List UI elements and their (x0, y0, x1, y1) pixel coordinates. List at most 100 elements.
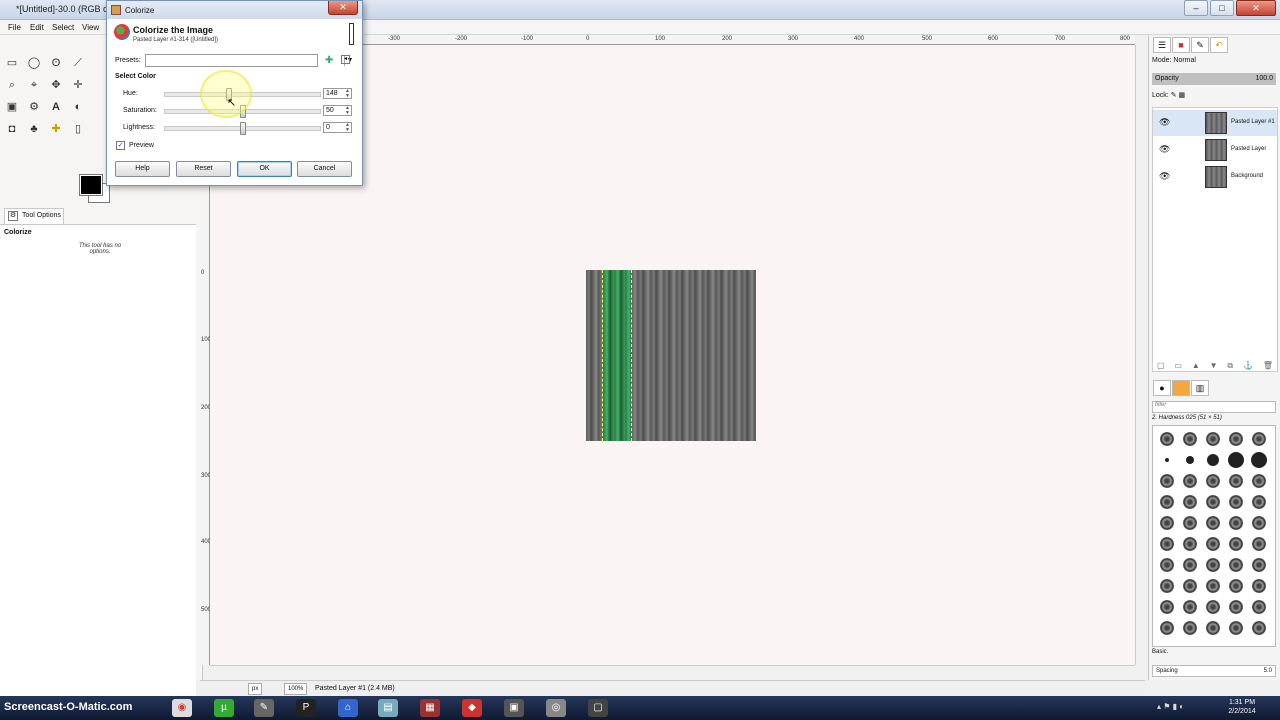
brushes-tab-icon[interactable]: ● (1153, 380, 1171, 396)
stamp-icon[interactable]: ♣ (26, 121, 42, 137)
brush-thumbnail[interactable] (1205, 515, 1220, 530)
brush-thumbnail[interactable] (1228, 557, 1243, 572)
brush-thumbnail[interactable] (1251, 578, 1266, 593)
sketchup-icon[interactable]: ◆ (462, 699, 482, 717)
brush-thumbnail[interactable] (1251, 536, 1266, 551)
brush-grid[interactable] (1152, 425, 1276, 647)
brush-thumbnail[interactable] (1228, 473, 1243, 488)
hue-spinbutton[interactable]: 148 ▲ ▼ (323, 88, 352, 99)
brush-thumbnail[interactable] (1182, 494, 1197, 509)
opacity-slider[interactable]: Opacity 100.0 (1152, 73, 1276, 85)
brush-thumbnail[interactable] (1228, 599, 1243, 614)
brush-thumbnail[interactable] (1205, 536, 1220, 551)
brush-thumbnail[interactable] (1182, 557, 1197, 572)
menu-view[interactable]: View (82, 23, 99, 32)
brush-thumbnail[interactable] (1250, 451, 1267, 468)
measure-icon[interactable]: ⌖ (26, 77, 42, 93)
brush-thumbnail[interactable] (1159, 599, 1174, 614)
brush-thumbnail[interactable] (1251, 431, 1266, 446)
zoom-select[interactable]: 100% (284, 683, 308, 695)
brush-thumbnail[interactable] (1228, 431, 1243, 446)
brush-thumbnail[interactable] (1159, 620, 1174, 635)
brush-thumbnail[interactable] (1206, 453, 1219, 466)
brush-thumbnail[interactable] (1159, 494, 1174, 509)
eye-icon[interactable]: 👁 (1159, 117, 1170, 128)
brush-thumbnail[interactable] (1182, 473, 1197, 488)
ok-button[interactable]: OK (237, 161, 292, 177)
ellipse-select-icon[interactable]: ◯ (26, 55, 42, 71)
spin-arrows-icon[interactable]: ▲ ▼ (345, 89, 350, 99)
brush-thumbnail[interactable] (1182, 599, 1197, 614)
layer-row[interactable]: 👁 Pasted Layer #1 (1153, 110, 1277, 136)
tab-tool-options[interactable]: ⚙ Tool Options (4, 208, 64, 224)
cancel-button[interactable]: Cancel (297, 161, 352, 177)
brush-thumbnail[interactable] (1205, 620, 1220, 635)
app-icon[interactable]: ▣ (504, 699, 524, 717)
lightness-slider-handle[interactable] (240, 122, 246, 135)
brush-thumbnail[interactable] (1185, 455, 1194, 464)
brush-thumbnail[interactable] (1205, 494, 1220, 509)
brush-thumbnail[interactable] (1228, 536, 1243, 551)
brush-thumbnail[interactable] (1182, 431, 1197, 446)
eraser-icon[interactable]: ▯ (70, 121, 86, 137)
brush-thumbnail[interactable] (1159, 578, 1174, 593)
brush-thumbnail[interactable] (1205, 557, 1220, 572)
system-tray[interactable]: ▴ ⚑ ▮ ◐ (1157, 702, 1184, 711)
lock-pixels-icon[interactable]: ✎ (1171, 92, 1177, 99)
rect-select-icon[interactable]: ▭ (4, 55, 20, 71)
p-app-icon[interactable]: P (296, 699, 316, 717)
brush-thumbnail[interactable] (1159, 515, 1174, 530)
brush-thumbnail[interactable] (1227, 451, 1244, 468)
free-select-icon[interactable]: ʘ (48, 55, 64, 71)
brush-thumbnail[interactable] (1228, 620, 1243, 635)
reset-button[interactable]: Reset (176, 161, 231, 177)
gradients-tab-icon[interactable]: ▥ (1191, 380, 1209, 396)
close-window-button[interactable]: ✕ (1236, 0, 1276, 16)
eye-icon[interactable]: 👁 (1159, 171, 1170, 182)
preset-menu-icon[interactable]: ◂ (341, 55, 350, 64)
saturation-spinbutton[interactable]: 50 ▲ ▼ (323, 105, 352, 116)
brush-thumbnail[interactable] (1182, 536, 1197, 551)
transform-icon[interactable]: ⚙ (26, 99, 42, 115)
brush-thumbnail[interactable] (1228, 578, 1243, 593)
new-layer-icon[interactable]: ▢ (1157, 361, 1165, 373)
lower-layer-icon[interactable]: ▼ (1210, 361, 1218, 373)
horizontal-scrollbar[interactable] (210, 665, 1135, 677)
raise-layer-icon[interactable]: ▲ (1192, 361, 1200, 373)
vertical-scrollbar[interactable] (1135, 45, 1145, 665)
brush-thumbnail[interactable] (1251, 473, 1266, 488)
preview-checkbox[interactable]: ✓ (116, 141, 125, 150)
brush-thumbnail[interactable] (1159, 431, 1174, 446)
lightness-spinbutton[interactable]: 0 ▲ ▼ (323, 122, 352, 133)
eye-icon[interactable]: 👁 (1159, 144, 1170, 155)
gimp-active-icon[interactable]: ◎ (546, 699, 566, 717)
brush-thumbnail[interactable] (1251, 599, 1266, 614)
clone-icon[interactable]: ◐ (70, 99, 86, 115)
explorer-icon[interactable]: ▤ (378, 699, 398, 717)
menu-select[interactable]: Select (52, 23, 74, 32)
spin-arrows-icon[interactable]: ▲ ▼ (345, 106, 350, 116)
brush-thumbnail[interactable] (1228, 515, 1243, 530)
brush-thumbnail[interactable] (1159, 557, 1174, 572)
brush-thumbnail[interactable] (1164, 457, 1169, 462)
brush-thumbnail[interactable] (1159, 536, 1174, 551)
menu-edit[interactable]: Edit (30, 23, 44, 32)
brush-thumbnail[interactable] (1205, 578, 1220, 593)
image-canvas[interactable] (586, 270, 756, 441)
channels-tab-icon[interactable]: ■ (1172, 37, 1190, 53)
bucket-fill-icon[interactable]: ◘ (4, 121, 20, 137)
screen-capture-icon[interactable]: ▢ (588, 699, 608, 717)
layer-row[interactable]: 👁 Background (1153, 164, 1277, 190)
presets-select[interactable]: ▼ (145, 54, 353, 67)
brush-thumbnail[interactable] (1205, 599, 1220, 614)
brush-thumbnail[interactable] (1251, 494, 1266, 509)
clock[interactable]: 1:31 PM 2/2/2014 (1222, 698, 1262, 716)
brush-thumbnail[interactable] (1182, 515, 1197, 530)
crop-icon[interactable]: ▣ (4, 99, 20, 115)
foreground-color-swatch[interactable] (79, 174, 103, 196)
delete-layer-icon[interactable]: 🗑 (1263, 361, 1273, 373)
spin-arrows-icon[interactable]: ▲ ▼ (345, 123, 350, 133)
menu-file[interactable]: File (8, 23, 21, 32)
heal-icon[interactable]: ✚ (48, 121, 64, 137)
text-icon[interactable]: A (48, 99, 64, 115)
